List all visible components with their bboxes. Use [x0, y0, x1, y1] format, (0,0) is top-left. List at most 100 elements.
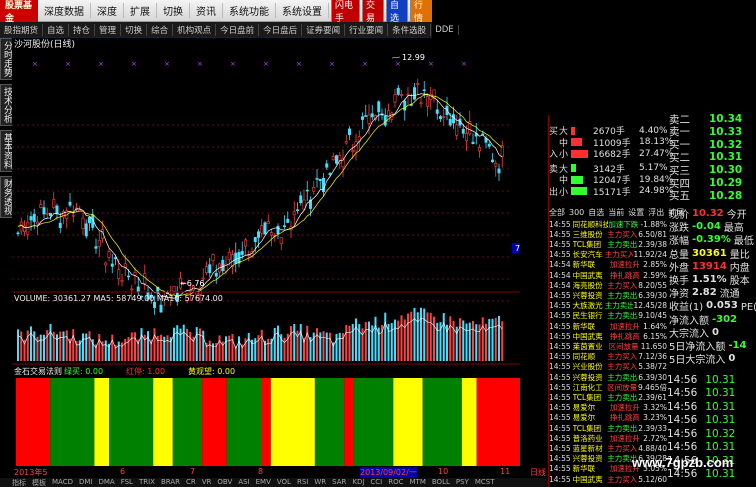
ask-bid-price: 10.31 [709, 151, 743, 164]
tape-row[interactable]: 14:55 中国武夷 主力买入 5.12/60 [549, 474, 667, 484]
filter-item[interactable]: 300 [569, 208, 584, 217]
indicator-tab[interactable]: 模板 [32, 478, 46, 487]
indicator-tab[interactable]: BOLL [432, 478, 450, 487]
filter-item[interactable]: 浮出 [648, 207, 664, 218]
orderbook-bar [571, 126, 576, 135]
tape-action: 加速拉升 [609, 260, 640, 270]
tape-row[interactable]: 14:55 江南化工 区间放量 9.465倍 [549, 382, 667, 392]
tape-row[interactable]: 14:55 莱茵置业 区间放量 11.650 [549, 341, 667, 351]
indicator-tab[interactable]: TRIX [139, 478, 155, 487]
tape-row[interactable]: 14:55 TCL集团 主力卖出 2.39/38 [549, 239, 667, 249]
tape-row[interactable]: 14:55 易爱尔 加速拉升 3.32% [549, 403, 667, 413]
indicator-tab[interactable]: 指标 [12, 478, 26, 487]
indicator-tab[interactable]: MTM [410, 478, 426, 487]
indicator-tab[interactable]: CR [186, 478, 196, 487]
tape-row[interactable]: 14:55 普洛药业 加速拉升 2.72% [549, 433, 667, 443]
filter-item[interactable]: 设置 [628, 207, 644, 218]
toolbar-item[interactable]: 今日盘前 [216, 23, 260, 36]
tape-row[interactable]: 14:55 兴蓉投资 主力卖出 6.39/30 [549, 290, 667, 300]
tape-row[interactable]: 14:55 同花顺 主力买入 7.12/36 [549, 352, 667, 362]
indicator-tab[interactable]: KDJ [352, 478, 364, 487]
toolbar-item[interactable]: 管理 [95, 23, 122, 36]
tape-row[interactable]: 14:55 同花顺科技 加速下跌 -1.88% [549, 219, 667, 229]
filter-item[interactable]: 自选 [588, 207, 604, 218]
tape-row[interactable]: 14:54 新华联 加速拉升 2.85% [549, 260, 667, 270]
indicator-tab[interactable]: WR [314, 478, 326, 487]
toolbar-item[interactable]: 综合 [147, 23, 174, 36]
menu-item[interactable]: 深度数据 [38, 3, 91, 18]
candle-body [315, 178, 319, 180]
indicator-tab[interactable]: MACD [52, 478, 73, 487]
tape-row[interactable]: 14:54 海亮股份 主力买入 8.20/55 [549, 280, 667, 290]
volume-label: VOLUME: 30361.27 MA5: 58749.00 MA10: 576… [14, 294, 223, 303]
quote-label: 涨幅 [669, 236, 689, 247]
volume-bar [59, 331, 62, 361]
tape-row[interactable]: 14:55 兴业股份 主力买入 5.38/72 [549, 362, 667, 372]
toolbar-item[interactable]: 条件选股 [388, 23, 432, 36]
indicator-tab[interactable]: OBV [217, 478, 232, 487]
indicator-tab[interactable]: FSL [121, 478, 133, 487]
menu-item[interactable]: 扩展 [124, 3, 157, 18]
kline-chart-area[interactable]: 沙河股份(日线)11.0010.5010.009.509.008.508.007… [12, 38, 555, 468]
tape-row[interactable]: 14:55 中国武夷 挣扎跳高 6.15% [549, 331, 667, 341]
menu-item[interactable]: 系统功能 [223, 3, 276, 18]
menu-item[interactable]: 切换 [157, 3, 190, 18]
app-title[interactable]: 股票基金 [0, 0, 38, 24]
candle-body [159, 304, 163, 313]
toolbar-item[interactable]: 自选 [43, 23, 70, 36]
indicator-tab[interactable]: CCI [370, 478, 382, 487]
tape-row[interactable]: 14:55 三维股份 主力买入 6.50/81 [549, 229, 667, 239]
tape-row[interactable]: 14:55 兴蓉投资 主力卖出 6.39/30 [549, 372, 667, 382]
indicator-tab[interactable]: SAR [332, 478, 346, 487]
filter-item[interactable]: 全部 [549, 207, 565, 218]
indicator-tab[interactable]: VR [202, 478, 212, 487]
quote-label: 现价 [669, 210, 689, 220]
tape-time: 14:55 [549, 250, 571, 260]
indicator-tab[interactable]: VOL [277, 478, 291, 487]
indicator-tab[interactable]: PSY [456, 478, 469, 487]
tape-row[interactable]: 14:54 中国武夷 挣扎跳高 2.59% [549, 270, 667, 280]
toolbar-item[interactable]: 切换 [121, 23, 148, 36]
menu-item[interactable]: 系统设置 [276, 3, 329, 18]
toolbar-item[interactable]: DDE [431, 24, 459, 35]
tape-action: 主力卖出 [607, 423, 638, 433]
indicator-tab[interactable]: BRAR [161, 478, 180, 487]
menu-item[interactable]: 深度 [91, 3, 124, 18]
tape-row[interactable]: 14:55 大族激光 主力卖出 12.45/28 [549, 301, 667, 311]
indicator-tab[interactable]: DMI [79, 478, 93, 487]
trade-price: 10.31 [705, 414, 736, 426]
toolbar-item[interactable]: 股指期货 [0, 23, 44, 36]
toolbar-item[interactable]: 机构观点 [173, 23, 217, 36]
tape-row[interactable]: 14:55 TCL集团 主力卖出 2.39/33 [549, 423, 667, 433]
indicator-tab[interactable]: ASI [238, 478, 249, 487]
date-axis-label: 7 [190, 467, 196, 476]
tape-row[interactable]: 14:55 TCL集团 主力卖出 2.39/61 [549, 392, 667, 402]
menu-item[interactable]: 资讯 [190, 3, 223, 18]
indicator-tab[interactable]: ROC [388, 478, 403, 487]
toolbar-item[interactable]: 行业要闻 [345, 23, 389, 36]
tape-row[interactable]: 14:55 新华联 加速拉升 1.64% [549, 321, 667, 331]
filter-item[interactable]: 当前 [608, 207, 624, 218]
trade-row: 14:56 10.31 [667, 373, 756, 386]
toolbar-item[interactable]: 持仓 [69, 23, 96, 36]
toolbar-item[interactable]: 今日盘后 [259, 23, 303, 36]
tape-row[interactable]: 14:55 长安汽车 主力买入 11.92/24 [549, 250, 667, 260]
toolbar-item[interactable]: 证券要闻 [302, 23, 346, 36]
ask-bid-row: 卖二 10.34 [669, 113, 756, 126]
tape-time: 14:55 [549, 352, 571, 362]
volume-bar [260, 329, 263, 361]
indicator-tab[interactable]: MCST [475, 478, 495, 487]
candle-body [416, 83, 420, 85]
volume-bar [368, 321, 370, 361]
volume-bar [325, 332, 328, 361]
tape-row[interactable]: 14:55 民生银行 主力卖出 9.10/45 [549, 311, 667, 321]
tape-row[interactable]: 14:55 蓝星新材 主力买入 4.88/40 [549, 443, 667, 453]
indicator-tab[interactable]: DMA [98, 478, 114, 487]
volume-bar [449, 316, 452, 361]
tape-row[interactable]: 14:55 易爱尔 挣扎跳高 3.23% [549, 413, 667, 423]
tape-time: 14:55 [549, 311, 571, 321]
volume-bar [124, 338, 127, 361]
indicator-band [153, 378, 173, 466]
indicator-tab[interactable]: EMV [256, 478, 271, 487]
indicator-tab[interactable]: RSI [297, 478, 308, 487]
